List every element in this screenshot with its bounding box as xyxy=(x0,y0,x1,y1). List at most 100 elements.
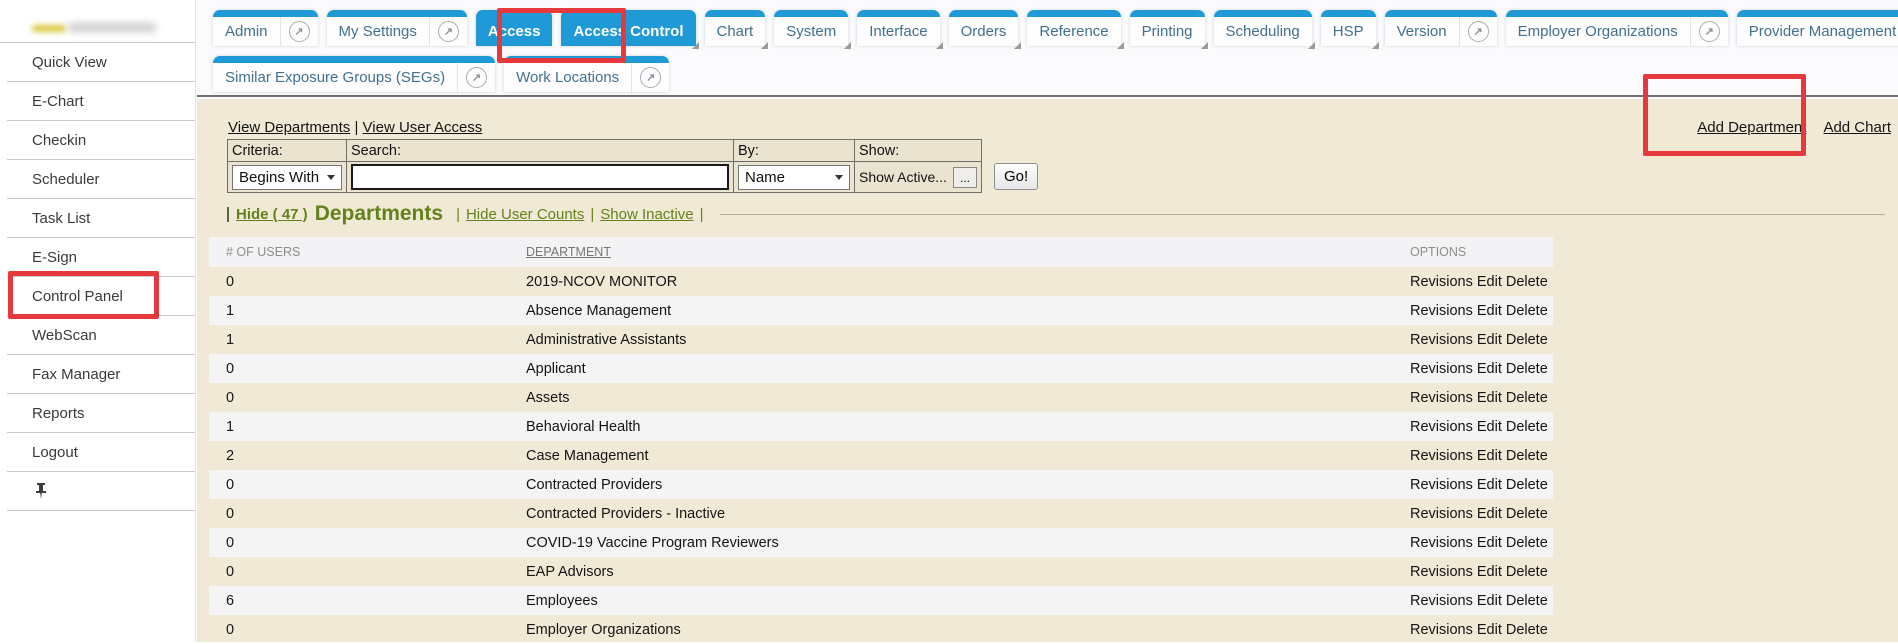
hide-user-counts-link[interactable]: Hide User Counts xyxy=(466,206,584,223)
sidebar-item-reports[interactable]: Reports xyxy=(7,394,195,433)
edit-link[interactable]: Edit xyxy=(1477,448,1502,464)
search-input[interactable] xyxy=(351,164,729,190)
sidebar-item-e-chart[interactable]: E-Chart xyxy=(7,82,195,121)
sidebar-pin-row[interactable] xyxy=(7,472,195,511)
edit-link[interactable]: Edit xyxy=(1477,303,1502,319)
table-row: 02019-NCOV MONITORRevisionsEditDelete xyxy=(209,267,1553,296)
revisions-link[interactable]: Revisions xyxy=(1410,419,1473,435)
sidebar-item-control-panel[interactable]: Control Panel xyxy=(7,277,195,316)
go-button[interactable]: Go! xyxy=(994,163,1038,190)
sidebar-item-logout[interactable]: Logout xyxy=(7,433,195,472)
tab-external-segment[interactable]: ↗ xyxy=(280,17,318,46)
edit-link[interactable]: Edit xyxy=(1477,535,1502,551)
delete-link[interactable]: Delete xyxy=(1506,303,1548,319)
delete-link[interactable]: Delete xyxy=(1506,506,1548,522)
delete-link[interactable]: Delete xyxy=(1506,564,1548,580)
tab-external-segment[interactable]: ↗ xyxy=(429,17,467,46)
by-select[interactable]: Name xyxy=(738,165,850,190)
edit-link[interactable]: Edit xyxy=(1477,332,1502,348)
revisions-link[interactable]: Revisions xyxy=(1410,622,1473,638)
edit-link[interactable]: Edit xyxy=(1477,361,1502,377)
departments-section-header: Hide ( 47 ) Departments | Hide User Coun… xyxy=(227,202,1885,226)
dropdown-caret-icon xyxy=(1308,42,1315,49)
chevron-down-icon xyxy=(327,175,335,180)
cell-department-name: Case Management xyxy=(509,441,1393,470)
tab-system[interactable]: System xyxy=(774,10,848,46)
tab-label: Scheduling xyxy=(1214,17,1312,46)
tab-similar-exposure-groups-segs[interactable]: Similar Exposure Groups (SEGs)↗ xyxy=(213,56,495,92)
revisions-link[interactable]: Revisions xyxy=(1410,477,1473,493)
delete-link[interactable]: Delete xyxy=(1506,593,1548,609)
show-filter-value[interactable]: Show Active... xyxy=(859,169,947,185)
revisions-link[interactable]: Revisions xyxy=(1410,332,1473,348)
sidebar-item-fax-manager[interactable]: Fax Manager xyxy=(7,355,195,394)
section-title: Departments xyxy=(315,202,443,226)
external-link-icon: ↗ xyxy=(466,67,487,88)
edit-link[interactable]: Edit xyxy=(1477,419,1502,435)
sidebar-item-quick-view[interactable]: Quick View xyxy=(7,43,195,82)
tab-version[interactable]: Version↗ xyxy=(1385,10,1497,46)
revisions-link[interactable]: Revisions xyxy=(1410,593,1473,609)
sidebar-item-webscan[interactable]: WebScan xyxy=(7,316,195,355)
edit-link[interactable]: Edit xyxy=(1477,564,1502,580)
add-chart-link[interactable]: Add Chart xyxy=(1823,119,1891,136)
criteria-select[interactable]: Begins With xyxy=(232,165,342,190)
revisions-link[interactable]: Revisions xyxy=(1410,274,1473,290)
revisions-link[interactable]: Revisions xyxy=(1410,361,1473,377)
view-departments-link[interactable]: View Departments xyxy=(228,119,350,136)
more-options-button[interactable]: ... xyxy=(953,167,977,188)
sidebar-item-task-list[interactable]: Task List xyxy=(7,199,195,238)
tab-hsp[interactable]: HSP xyxy=(1321,10,1376,46)
tab-external-segment[interactable]: ↗ xyxy=(1459,17,1497,46)
tab-employer-organizations[interactable]: Employer Organizations↗ xyxy=(1506,10,1728,46)
sidebar-item-checkin[interactable]: Checkin xyxy=(7,121,195,160)
col-header-department[interactable]: DEPARTMENT xyxy=(509,237,1393,267)
tab-interface[interactable]: Interface xyxy=(857,10,939,46)
delete-link[interactable]: Delete xyxy=(1506,622,1548,638)
edit-link[interactable]: Edit xyxy=(1477,622,1502,638)
revisions-link[interactable]: Revisions xyxy=(1410,390,1473,406)
edit-link[interactable]: Edit xyxy=(1477,477,1502,493)
edit-link[interactable]: Edit xyxy=(1477,274,1502,290)
tab-admin[interactable]: Admin↗ xyxy=(213,10,318,46)
tab-orders[interactable]: Orders xyxy=(949,10,1019,46)
sidebar-item-scheduler[interactable]: Scheduler xyxy=(7,160,195,199)
cell-department-name: EAP Advisors xyxy=(509,557,1393,586)
edit-link[interactable]: Edit xyxy=(1477,593,1502,609)
tab-my-settings[interactable]: My Settings↗ xyxy=(327,10,467,46)
tab-access[interactable]: Access xyxy=(476,10,553,46)
tab-printing[interactable]: Printing xyxy=(1130,10,1205,46)
delete-link[interactable]: Delete xyxy=(1506,274,1548,290)
delete-link[interactable]: Delete xyxy=(1506,332,1548,348)
sidebar-item-e-sign[interactable]: E-Sign xyxy=(7,238,195,277)
cell-department-name: 2019-NCOV MONITOR xyxy=(509,267,1393,296)
tab-provider-management[interactable]: Provider Management↗ xyxy=(1737,10,1898,46)
hide-departments-link[interactable]: Hide ( 47 ) xyxy=(236,206,308,223)
view-user-access-link[interactable]: View User Access xyxy=(363,119,483,136)
tab-external-segment[interactable]: ↗ xyxy=(1690,17,1728,46)
cell-options: RevisionsEditDelete xyxy=(1393,470,1553,499)
delete-link[interactable]: Delete xyxy=(1506,477,1548,493)
edit-link[interactable]: Edit xyxy=(1477,506,1502,522)
revisions-link[interactable]: Revisions xyxy=(1410,535,1473,551)
tab-external-segment[interactable]: ↗ xyxy=(457,63,495,92)
revisions-link[interactable]: Revisions xyxy=(1410,448,1473,464)
edit-link[interactable]: Edit xyxy=(1477,390,1502,406)
tab-access-control[interactable]: Access Control xyxy=(561,10,695,46)
revisions-link[interactable]: Revisions xyxy=(1410,506,1473,522)
revisions-link[interactable]: Revisions xyxy=(1410,564,1473,580)
delete-link[interactable]: Delete xyxy=(1506,361,1548,377)
delete-link[interactable]: Delete xyxy=(1506,390,1548,406)
delete-link[interactable]: Delete xyxy=(1506,535,1548,551)
revisions-link[interactable]: Revisions xyxy=(1410,303,1473,319)
tab-work-locations[interactable]: Work Locations↗ xyxy=(504,56,669,92)
tab-chart[interactable]: Chart xyxy=(705,10,766,46)
tab-scheduling[interactable]: Scheduling xyxy=(1214,10,1312,46)
delete-link[interactable]: Delete xyxy=(1506,419,1548,435)
tab-external-segment[interactable]: ↗ xyxy=(631,63,669,92)
delete-link[interactable]: Delete xyxy=(1506,448,1548,464)
col-header-users: # OF USERS xyxy=(209,237,509,267)
show-inactive-link[interactable]: Show Inactive xyxy=(600,206,693,223)
tab-reference[interactable]: Reference xyxy=(1027,10,1120,46)
add-department-link[interactable]: Add Department xyxy=(1697,119,1806,136)
